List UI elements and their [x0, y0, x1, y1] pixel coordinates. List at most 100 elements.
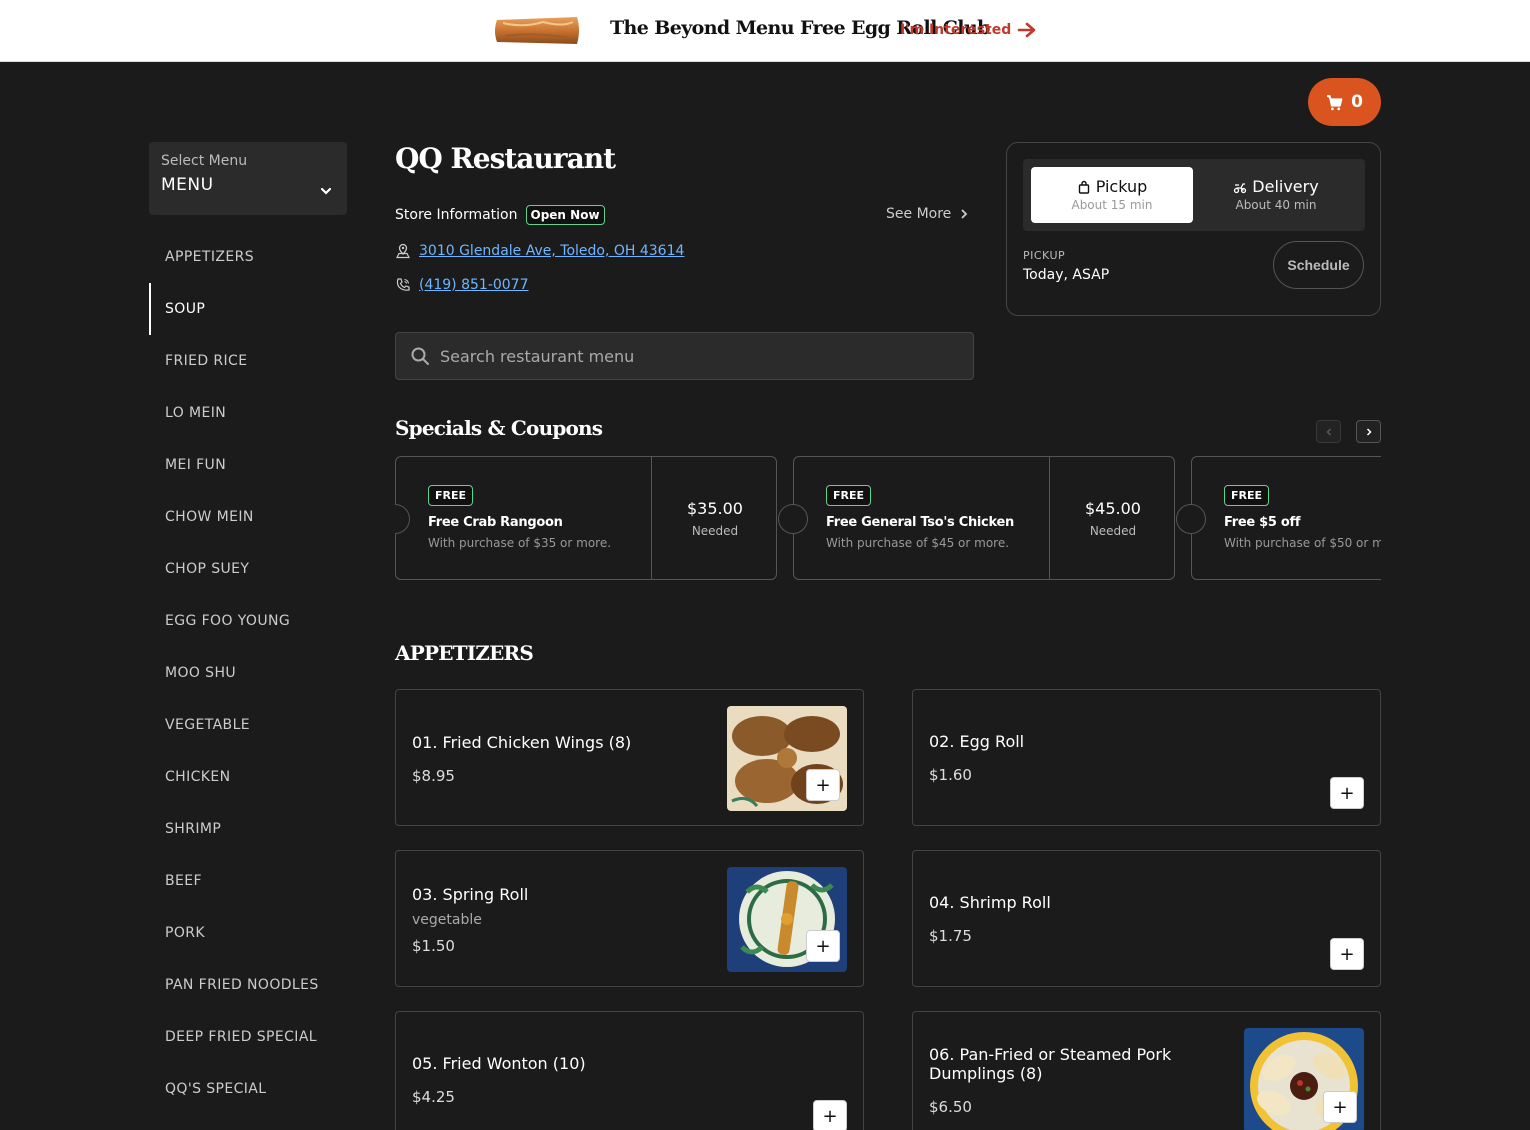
category-item[interactable]: CHOP SUEY: [149, 543, 347, 595]
carousel-next-button[interactable]: [1356, 420, 1381, 443]
cart-icon: [1327, 94, 1343, 110]
coupon-desc: With purchase of $50 or more.: [1224, 536, 1381, 550]
menu-select[interactable]: Select Menu MENU: [149, 142, 347, 215]
chevron-left-icon: [1325, 427, 1331, 436]
add-item-button[interactable]: +: [1330, 938, 1364, 970]
item-name: 01. Fried Chicken Wings (8): [412, 733, 632, 752]
coupon-divider: [651, 457, 652, 580]
menu-select-label: Select Menu: [161, 153, 248, 169]
menu-search: [395, 332, 974, 380]
category-item[interactable]: SHRIMP: [149, 803, 347, 855]
coupon-needed: Needed: [1089, 524, 1137, 538]
chevron-down-icon: [320, 187, 332, 195]
coupon-notch: [1176, 504, 1206, 534]
add-item-button[interactable]: +: [806, 769, 840, 801]
category-item[interactable]: QQ'S SPECIAL: [149, 1063, 347, 1115]
category-item[interactable]: MEI FUN: [149, 439, 347, 491]
coupon-desc: With purchase of $45 or more.: [826, 536, 1010, 550]
see-more-link[interactable]: See More: [886, 206, 969, 222]
scooter-icon: [1234, 182, 1247, 193]
coupon-card[interactable]: FREE Free General Tso's Chicken With pur…: [778, 456, 1175, 580]
coupon-divider: [1049, 457, 1050, 580]
free-badge: FREE: [1224, 485, 1270, 506]
phone-icon: [396, 278, 410, 291]
free-badge: FREE: [826, 485, 872, 506]
pickup-time: About 15 min: [1071, 198, 1153, 212]
category-item[interactable]: APPETIZERS: [149, 231, 347, 283]
chevron-right-icon: [961, 209, 968, 219]
item-description: vegetable: [412, 912, 482, 928]
coupon-name: Free $5 off: [1224, 515, 1301, 530]
coupon-carousel: FREE Free Crab Rangoon With purchase of …: [395, 456, 1381, 580]
store-info: Store Information Open Now: [395, 205, 605, 225]
delivery-time: About 40 min: [1235, 198, 1317, 212]
free-badge: FREE: [428, 485, 474, 506]
menu-select-value: MENU: [161, 175, 214, 195]
cart-count: 0: [1351, 92, 1363, 112]
coupon-card[interactable]: FREE Free Crab Rangoon With purchase of …: [395, 456, 777, 580]
delivery-label: Delivery: [1252, 177, 1319, 196]
category-item[interactable]: PORK: [149, 907, 347, 959]
tab-pickup[interactable]: Pickup About 15 min: [1031, 167, 1193, 223]
see-more-label: See More: [886, 206, 952, 222]
restaurant-name: QQ Restaurant: [395, 142, 616, 175]
shopping-bag-icon: [1078, 180, 1089, 194]
category-item[interactable]: CHOW MEIN: [149, 491, 347, 543]
add-item-button[interactable]: +: [813, 1100, 847, 1130]
menu-item-card[interactable]: 06. Pan-Fried or Steamed Pork Dumplings …: [912, 1011, 1381, 1130]
add-item-button[interactable]: +: [1330, 777, 1364, 809]
address-link[interactable]: 3010 Glendale Ave, Toledo, OH 43614: [419, 243, 684, 259]
coupon-card[interactable]: FREE Free $5 off With purchase of $50 or…: [1176, 456, 1381, 580]
order-panel: Pickup About 15 min Delivery About 40 mi…: [1006, 142, 1381, 316]
item-price: $6.50: [929, 1098, 972, 1116]
schedule-button[interactable]: Schedule: [1273, 241, 1364, 289]
category-item[interactable]: FRIED RICE: [149, 335, 347, 387]
item-name: 04. Shrimp Roll: [929, 893, 1051, 912]
item-name: 02. Egg Roll: [929, 732, 1025, 751]
menu-item-card[interactable]: 03. Spring Roll vegetable $1.50 +: [395, 850, 864, 987]
interested-link[interactable]: I'm Interested: [900, 21, 1037, 39]
coupon-amount: $35.00: [687, 499, 743, 518]
category-item[interactable]: LO MEIN: [149, 387, 347, 439]
menu-item-card[interactable]: 05. Fried Wonton (10) $4.25 +: [395, 1011, 864, 1130]
coupon-name: Free General Tso's Chicken: [826, 515, 1014, 530]
item-price: $1.75: [929, 927, 972, 945]
phone-link[interactable]: (419) 851-0077: [419, 277, 529, 293]
address-row: 3010 Glendale Ave, Toledo, OH 43614: [395, 243, 684, 259]
item-price: $8.95: [412, 767, 455, 785]
promo-banner: The Beyond Menu Free Egg Roll Club I'm I…: [0, 0, 1530, 62]
carousel-prev-button[interactable]: [1316, 420, 1341, 443]
menu-item-card[interactable]: 01. Fried Chicken Wings (8) $8.95 +: [395, 689, 864, 826]
category-item[interactable]: DEEP FRIED SPECIAL: [149, 1011, 347, 1063]
store-info-label: Store Information: [395, 207, 518, 223]
coupon-amount: $45.00: [1085, 499, 1141, 518]
item-price: $1.60: [929, 766, 972, 784]
add-item-button[interactable]: +: [806, 930, 840, 962]
phone-row: (419) 851-0077: [395, 277, 529, 293]
category-item[interactable]: BEEF: [149, 855, 347, 907]
category-item[interactable]: PAN FRIED NOODLES: [149, 959, 347, 1011]
item-name: 05. Fried Wonton (10): [412, 1054, 586, 1073]
menu-item-card[interactable]: 02. Egg Roll $1.60 +: [912, 689, 1381, 826]
order-mode-caption: PICKUP: [1023, 249, 1066, 262]
category-item-active[interactable]: SOUP: [149, 283, 347, 335]
coupon-name: Free Crab Rangoon: [428, 515, 563, 530]
coupon-notch: [778, 504, 808, 534]
menu-item-card[interactable]: 04. Shrimp Roll $1.75 +: [912, 850, 1381, 987]
category-item[interactable]: VEGETABLE: [149, 699, 347, 751]
arrow-right-icon: [1017, 22, 1036, 38]
coupon-desc: With purchase of $35 or more.: [428, 536, 612, 550]
order-time-value: Today, ASAP: [1023, 267, 1110, 283]
category-item[interactable]: MOO SHU: [149, 647, 347, 699]
category-item[interactable]: CHICKEN: [149, 751, 347, 803]
specials-title: Specials & Coupons: [395, 416, 603, 440]
chevron-right-icon: [1366, 427, 1372, 436]
pickup-label: Pickup: [1095, 177, 1148, 196]
interested-label: I'm Interested: [900, 22, 1012, 38]
category-item[interactable]: EGG FOO YOUNG: [149, 595, 347, 647]
coupon-notch: [395, 504, 410, 534]
search-input[interactable]: [440, 346, 940, 366]
add-item-button[interactable]: +: [1323, 1091, 1357, 1123]
tab-delivery[interactable]: Delivery About 40 min: [1195, 167, 1357, 223]
cart-button[interactable]: 0: [1308, 78, 1381, 126]
